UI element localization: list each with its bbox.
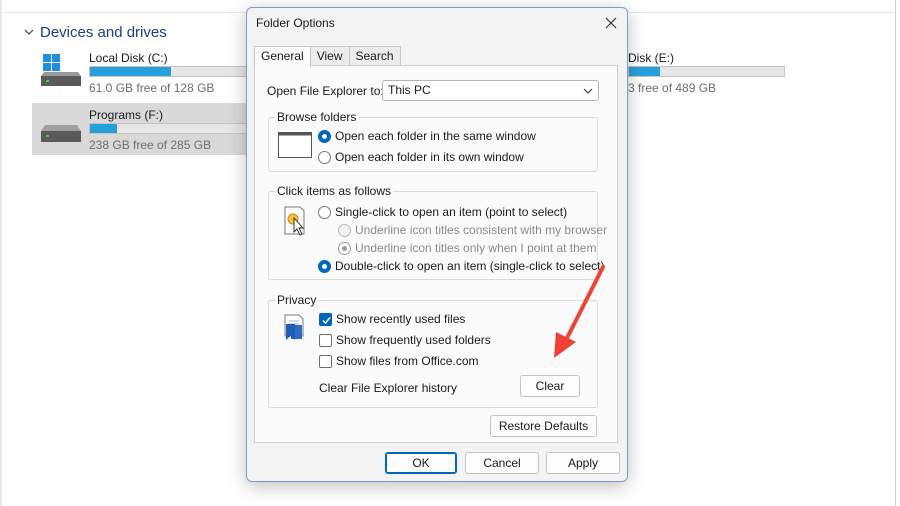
dialog-tabs: General View Search [254, 46, 401, 67]
chevron-down-icon [583, 88, 593, 94]
drive-usage-bar [89, 123, 247, 134]
option-label: Show frequently used folders [336, 333, 491, 347]
drive-usage-fill [90, 67, 172, 76]
option-label: Open each folder in its own window [335, 150, 524, 164]
click-items-title: Click items as follows [275, 184, 394, 198]
general-tab-panel: Open File Explorer to: This PC Browse fo… [254, 65, 618, 443]
checkbox-unchecked[interactable] [319, 354, 332, 368]
open-explorer-value: This PC [388, 83, 431, 97]
underline-browser-option: Underline icon titles consistent with my… [338, 222, 607, 238]
radio-disabled-selected [338, 241, 351, 255]
option-label: Single-click to open an item (point to s… [335, 205, 568, 219]
tab-general[interactable]: General [254, 46, 311, 67]
drive-name: Disk (E:) [628, 51, 674, 65]
radio-disabled [338, 223, 351, 237]
drive-free-space: 238 GB free of 285 GB [89, 138, 212, 152]
apply-button[interactable]: Apply [546, 452, 620, 474]
option-label: Show files from Office.com [336, 354, 479, 368]
browse-own-window-option[interactable]: Open each folder in its own window [318, 149, 524, 165]
checkbox-checked[interactable] [319, 312, 332, 326]
pointer-click-icon [284, 206, 305, 236]
drive-item-f[interactable]: Programs (F:) 238 GB free of 285 GB [32, 103, 247, 155]
windows-drive-icon [41, 54, 81, 86]
browse-folders-title: Browse folders [275, 110, 359, 124]
option-label: Underline icon titles consistent with my… [355, 223, 608, 237]
browse-folders-group: Browse folders Open each folder in the s… [268, 110, 598, 172]
quick-access-icon [284, 314, 304, 340]
privacy-title: Privacy [275, 293, 319, 307]
drive-name: Local Disk (C:) [89, 51, 168, 65]
option-label: Open each folder in the same window [335, 129, 536, 143]
drive-usage-bar [89, 66, 247, 77]
drive-free-space: 3 free of 489 GB [628, 81, 717, 95]
clear-history-button[interactable]: Clear [520, 375, 580, 397]
chevron-down-icon [24, 29, 34, 35]
checkmark-icon [322, 316, 331, 324]
option-label: Show recently used files [336, 312, 466, 326]
window-edge-left [0, 0, 2, 506]
close-icon[interactable] [603, 15, 619, 31]
radio-unselected[interactable] [318, 205, 331, 219]
folder-options-dialog: Folder Options General View Search Open … [246, 7, 628, 482]
tab-view[interactable]: View [309, 46, 350, 66]
underline-point-option: Underline icon titles only when I point … [338, 240, 596, 256]
drive-item-c[interactable]: Local Disk (C:) 61.0 GB free of 128 GB [32, 46, 247, 98]
radio-selected[interactable] [318, 259, 331, 273]
option-label: Underline icon titles only when I point … [355, 241, 597, 255]
drive-free-space: 61.0 GB free of 128 GB [89, 81, 215, 95]
devices-section-header[interactable]: Devices and drives [22, 22, 167, 42]
dialog-titlebar[interactable]: Folder Options [247, 8, 627, 38]
browse-same-window-option[interactable]: Open each folder in the same window [318, 128, 536, 144]
show-office-files-option[interactable]: Show files from Office.com [319, 353, 479, 369]
restore-defaults-button[interactable]: Restore Defaults [490, 415, 597, 437]
single-click-option[interactable]: Single-click to open an item (point to s… [318, 204, 567, 220]
show-recent-files-option[interactable]: Show recently used files [319, 311, 465, 327]
red-annotation-arrow [554, 265, 605, 358]
show-frequent-folders-option[interactable]: Show frequently used folders [319, 332, 491, 348]
section-title: Devices and drives [40, 23, 167, 41]
window-icon [278, 132, 312, 158]
drive-usage-fill [629, 67, 660, 76]
radio-selected[interactable] [318, 129, 331, 143]
tab-search[interactable]: Search [348, 46, 401, 66]
clear-history-label: Clear File Explorer history [319, 381, 458, 395]
radio-unselected[interactable] [318, 150, 331, 164]
ok-button[interactable]: OK [385, 452, 457, 474]
window-edge-right [895, 0, 896, 506]
checkbox-unchecked[interactable] [319, 333, 332, 347]
dialog-title: Folder Options [256, 16, 335, 30]
open-explorer-label: Open File Explorer to: [267, 84, 384, 98]
open-explorer-select[interactable]: This PC [382, 80, 599, 101]
drive-usage-bar [628, 66, 785, 77]
drive-name: Programs (F:) [89, 108, 164, 122]
cancel-button[interactable]: Cancel [465, 452, 539, 474]
drive-item-e[interactable]: Disk (E:) 3 free of 489 GB [628, 46, 788, 98]
hard-drive-icon [41, 125, 81, 142]
drive-usage-fill [90, 124, 117, 133]
